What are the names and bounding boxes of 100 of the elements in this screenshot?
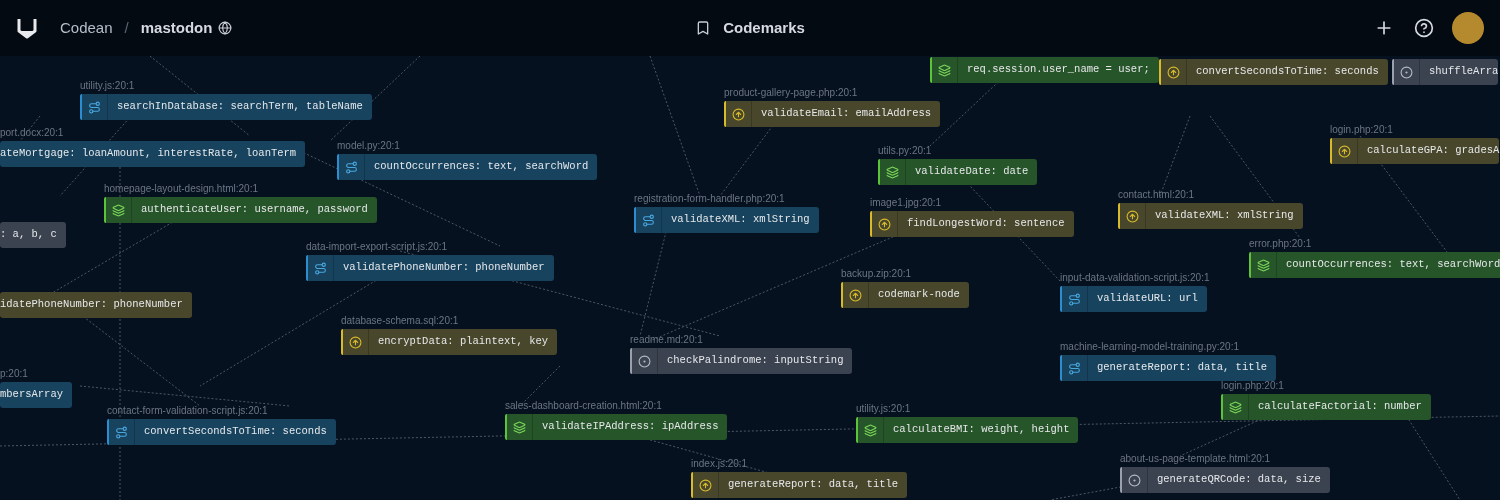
project-link[interactable]: mastodon (140, 16, 213, 40)
file-location-label: index.js:20:1 (691, 458, 748, 470)
file-location-label: sales-dashboard-creation.html:20:1 (505, 400, 662, 412)
codemark-signature: encryptData: plaintext, key (377, 334, 550, 350)
codemark-node[interactable]: validatePhoneNumber: phoneNumber (306, 255, 554, 281)
circle-arrow-up-icon (349, 335, 362, 349)
codemark-signature: req.session.user_name = user; (966, 62, 1151, 78)
user-avatar[interactable] (1452, 12, 1484, 44)
file-location-label: registration-form-handler.php:20:1 (634, 193, 785, 205)
file-location-label: data-import-export-script.js:20:1 (306, 241, 448, 253)
codemark-node[interactable]: validateIPAddress: ipAddress (505, 414, 728, 440)
circle-arrow-up-icon (732, 107, 745, 121)
codemark-node[interactable]: generateReport: data, title (1060, 355, 1277, 381)
codemark-signature: shuffleArra (1428, 64, 1499, 80)
codemark-signature: generateReport: data, title (727, 477, 900, 493)
file-location-label: utils.py:20:1 (878, 145, 932, 157)
codemark-signature: validateXML: xmlString (1154, 208, 1295, 224)
layers-icon (513, 420, 526, 434)
codemark-signature: validateURL: url (1096, 291, 1199, 307)
file-location-label: contact-form-validation-script.js:20:1 (107, 405, 268, 417)
codemark-node[interactable]: validateURL: url (1060, 286, 1207, 312)
codemark-node[interactable]: countOccurrences: text, searchWord (337, 154, 598, 180)
circle-arrow-up-icon (1338, 144, 1351, 158)
codemark-node[interactable]: authenticateUser: username, password (104, 197, 377, 223)
codemark-node[interactable]: ateMortgage: loanAmount, interestRate, loanTerm (0, 141, 306, 167)
file-location-label: utility.js:20:1 (856, 403, 911, 415)
layers-icon (1229, 400, 1242, 414)
page-title: Codemarks (723, 17, 805, 38)
organization-link[interactable]: Codean (60, 16, 113, 40)
codemark-node[interactable]: idatePhoneNumber: phoneNumber (0, 292, 192, 318)
file-location-label: p:20:1 (0, 368, 28, 380)
layers-icon (112, 203, 125, 217)
file-location-label: login.php:20:1 (1221, 380, 1284, 392)
file-location-label: input-data-validation-script.js:20:1 (1060, 272, 1210, 284)
codemark-node[interactable]: : a, b, c (0, 222, 66, 248)
file-location-label: contact.html:20:1 (1118, 189, 1195, 201)
help-button[interactable] (1412, 16, 1436, 40)
layers-icon (1257, 258, 1270, 272)
file-location-label: homepage-layout-design.html:20:1 (104, 183, 258, 195)
codemark-signature: generateQRCode: data, size (1156, 472, 1322, 488)
codemark-node[interactable]: convertSecondsToTime: seconds (1159, 59, 1388, 85)
codemark-signature: searchInDatabase: searchTerm, tableName (116, 99, 364, 115)
route-icon (1068, 361, 1081, 375)
codemark-signature: validatePhoneNumber: phoneNumber (342, 260, 546, 276)
route-icon (115, 425, 128, 439)
file-location-label: database-schema.sql:20:1 (341, 315, 459, 327)
layers-icon (886, 165, 899, 179)
circle-dot-icon (1400, 65, 1413, 79)
file-location-label: product-gallery-page.php:20:1 (724, 87, 858, 99)
file-location-label: image1.jpg:20:1 (870, 197, 942, 209)
circle-dot-icon (638, 354, 651, 368)
route-icon (642, 213, 655, 227)
codemark-node[interactable]: searchInDatabase: searchTerm, tableName (80, 94, 372, 120)
codemark-signature: findLongestWord: sentence (906, 216, 1066, 232)
codemark-node[interactable]: encryptData: plaintext, key (341, 329, 558, 355)
help-icon (1414, 18, 1434, 38)
codemark-node[interactable]: validateXML: xmlString (634, 207, 819, 233)
circle-arrow-up-icon (1126, 209, 1139, 223)
circle-dot-icon (1128, 473, 1141, 487)
codemark-node[interactable]: shuffleArra (1392, 59, 1499, 85)
route-icon (314, 261, 327, 275)
codemark-signature: convertSecondsToTime: seconds (143, 424, 328, 440)
route-icon (1068, 292, 1081, 306)
codemark-node[interactable]: checkPalindrome: inputString (630, 348, 853, 374)
file-location-label: about-us-page-template.html:20:1 (1120, 453, 1271, 465)
codemark-signature: convertSecondsToTime: seconds (1195, 64, 1380, 80)
codemark-signature: calculateFactorial: number (1257, 399, 1423, 415)
circle-arrow-up-icon (1167, 65, 1180, 79)
codemark-node[interactable]: calculateGPA: gradesA (1330, 138, 1500, 164)
route-icon (345, 160, 358, 174)
codemark-signature: countOccurrences: text, searchWord (1285, 257, 1500, 273)
codemark-node[interactable]: generateReport: data, title (691, 472, 908, 498)
codemark-signature: checkPalindrome: inputString (666, 353, 845, 369)
codemark-signature: validateEmail: emailAddress (760, 106, 933, 122)
codemark-node[interactable]: findLongestWord: sentence (870, 211, 1074, 237)
file-location-label: model.py:20:1 (337, 140, 400, 152)
codemark-signature: validateDate: date (914, 164, 1030, 180)
codemark-node[interactable]: validateXML: xmlString (1118, 203, 1303, 229)
codemark-node[interactable]: validateEmail: emailAddress (724, 101, 941, 127)
codemark-node[interactable]: mbersArray (0, 382, 72, 408)
layers-icon (864, 423, 877, 437)
codemark-signature: codemark-node (877, 287, 961, 303)
codemark-signature: generateReport: data, title (1096, 360, 1269, 376)
codemark-node[interactable]: convertSecondsToTime: seconds (107, 419, 336, 445)
codemark-node[interactable]: codemark-node (841, 282, 969, 308)
codemark-signature: validateXML: xmlString (670, 212, 811, 228)
route-icon (88, 100, 101, 114)
circle-arrow-up-icon (699, 478, 712, 492)
codemark-node[interactable]: req.session.user_name = user; (930, 57, 1159, 83)
file-location-label: readme.md:20:1 (630, 334, 703, 346)
codemark-node[interactable]: generateQRCode: data, size (1120, 467, 1330, 493)
file-location-label: machine-learning-model-training.py:20:1 (1060, 341, 1239, 353)
codemark-node[interactable]: validateDate: date (878, 159, 1038, 185)
codemark-node[interactable]: calculateBMI: weight, height (856, 417, 1079, 443)
codemark-node[interactable]: calculateFactorial: number (1221, 394, 1431, 420)
circle-arrow-up-icon (878, 217, 891, 231)
breadcrumb-separator: / (124, 17, 129, 38)
layers-icon (938, 63, 951, 77)
codemark-node[interactable]: countOccurrences: text, searchWord (1249, 252, 1500, 278)
codemark-signature: calculateBMI: weight, height (892, 422, 1071, 438)
